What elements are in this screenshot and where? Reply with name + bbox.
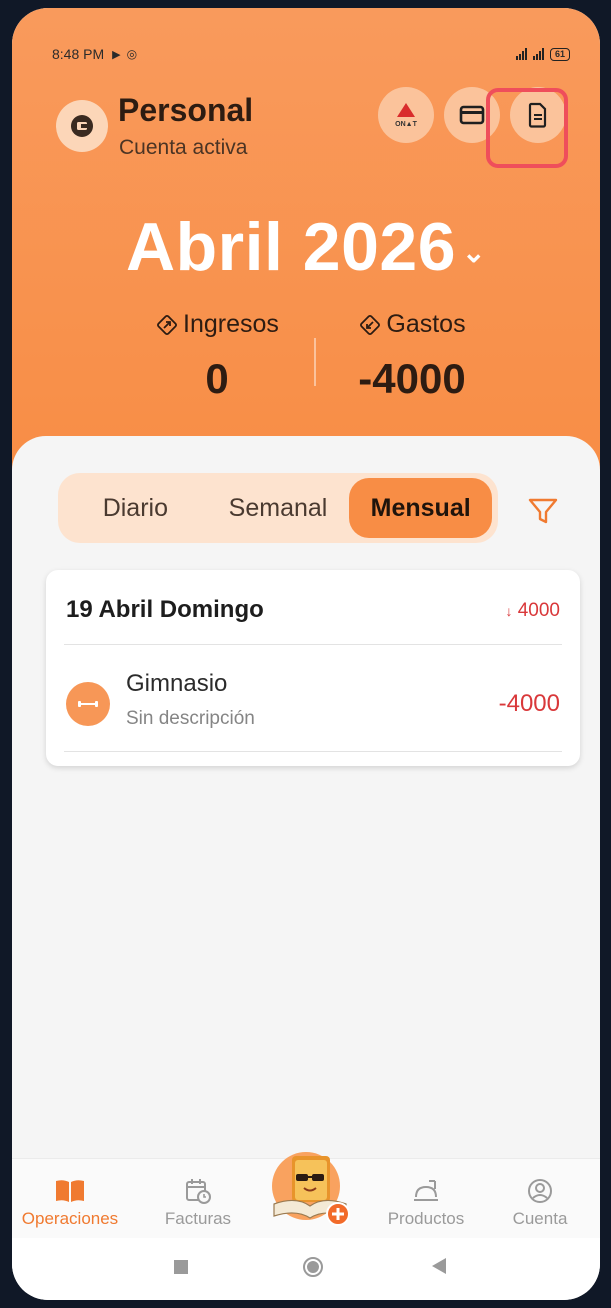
nav-products[interactable]: Productos	[366, 1173, 486, 1229]
day-group-date: 19 Abril Domingo	[66, 596, 264, 623]
square-icon	[174, 1260, 188, 1274]
account-subtitle: Cuenta activa	[119, 136, 248, 159]
add-operation-button[interactable]	[266, 1146, 356, 1230]
month-label: Abril 2026	[125, 209, 457, 285]
cloche-icon	[414, 1180, 438, 1201]
transaction-name: Gimnasio	[126, 670, 228, 697]
system-navigation-bar	[12, 1238, 600, 1300]
expense-summary: Gastos -4000	[322, 310, 502, 403]
filter-icon	[528, 498, 558, 524]
nav-invoices[interactable]: Facturas	[138, 1173, 258, 1229]
income-icon	[157, 314, 178, 335]
divider	[64, 644, 562, 645]
battery-icon: 61	[549, 47, 570, 61]
status-bar: 8:48 PM ▶ ◎ 61	[52, 44, 570, 64]
tab-weekly[interactable]: Semanal	[207, 478, 350, 538]
ona-t-button[interactable]: ON▲T	[378, 87, 434, 143]
calendar-clock-icon	[186, 1179, 211, 1204]
wallet-icon	[71, 115, 93, 137]
recents-button[interactable]	[174, 1260, 188, 1279]
day-group-card: 19 Abril Domingo ↓ 4000 Gimnasio Sin des…	[46, 570, 580, 766]
expense-label: Gastos	[386, 310, 466, 338]
transaction-description: Sin descripción	[126, 708, 255, 729]
account-avatar[interactable]	[56, 100, 108, 152]
content-sheet	[12, 436, 600, 1196]
home-button[interactable]	[302, 1256, 324, 1283]
expense-icon	[360, 314, 381, 335]
play-icon: ▶	[112, 48, 121, 61]
credit-card-icon	[459, 105, 485, 125]
day-group-total: ↓ 4000	[505, 600, 560, 621]
triangle-icon	[397, 102, 415, 117]
expense-value: -4000	[358, 355, 466, 402]
income-summary: Ingresos 0	[122, 310, 312, 403]
signal-icon-2	[532, 48, 544, 60]
phone-screen: 8:48 PM ▶ ◎ 61 Personal Cuenta activa ON…	[12, 8, 600, 1300]
income-label: Ingresos	[183, 310, 279, 338]
account-name[interactable]: Personal	[118, 92, 253, 129]
tab-daily[interactable]: Diario	[64, 478, 207, 538]
status-time: 8:48 PM	[52, 46, 105, 62]
filter-button[interactable]	[526, 494, 560, 528]
user-circle-icon	[528, 1179, 552, 1203]
signal-icon	[515, 48, 527, 60]
book-icon	[56, 1180, 84, 1202]
arrow-down-icon: ↓	[505, 603, 513, 619]
period-tabs: Diario Semanal Mensual	[58, 473, 498, 543]
divider	[64, 751, 562, 752]
nav-operations[interactable]: Operaciones	[12, 1173, 130, 1229]
notification-icon: ◎	[126, 47, 138, 61]
income-value: 0	[205, 355, 229, 402]
month-selector[interactable]: Abril 2026 ⌄	[12, 208, 600, 286]
highlight-box	[486, 88, 568, 168]
chevron-down-icon: ⌄	[462, 236, 487, 268]
triangle-left-icon	[432, 1258, 446, 1274]
circle-icon	[303, 1257, 323, 1277]
book-mascot-icon	[272, 1152, 350, 1226]
transaction-amount: -4000	[498, 690, 560, 717]
dumbbell-icon	[66, 682, 110, 726]
summary-divider	[314, 338, 316, 386]
nav-account[interactable]: Cuenta	[480, 1173, 600, 1229]
tab-monthly[interactable]: Mensual	[349, 478, 493, 538]
back-button[interactable]	[432, 1258, 446, 1279]
